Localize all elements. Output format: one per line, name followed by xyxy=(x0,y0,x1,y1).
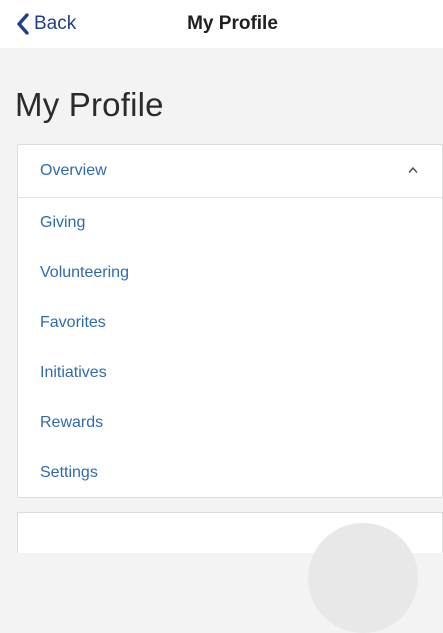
profile-menu-card: Overview Giving Volunteering Favorites I… xyxy=(17,144,443,498)
menu-item-label: Giving xyxy=(40,214,86,231)
page-title: My Profile xyxy=(15,86,164,123)
menu-item-rewards[interactable]: Rewards xyxy=(18,398,442,448)
menu-item-label: Initiatives xyxy=(40,364,107,381)
menu-item-label: Favorites xyxy=(40,314,106,331)
overview-label: Overview xyxy=(40,162,107,179)
avatar xyxy=(308,523,418,633)
profile-summary-card xyxy=(17,512,443,633)
chevron-up-icon xyxy=(408,167,418,173)
overview-section-header[interactable]: Overview xyxy=(18,145,442,198)
menu-item-settings[interactable]: Settings xyxy=(18,448,442,498)
menu-item-initiatives[interactable]: Initiatives xyxy=(18,348,442,398)
menu-item-label: Volunteering xyxy=(40,264,129,281)
menu-item-favorites[interactable]: Favorites xyxy=(18,298,442,348)
nav-bar: Back My Profile xyxy=(0,0,443,48)
nav-title: My Profile xyxy=(187,13,278,34)
menu-item-label: Rewards xyxy=(40,414,104,431)
menu-item-label: Settings xyxy=(40,464,98,481)
menu-item-giving[interactable]: Giving xyxy=(18,198,442,248)
menu-item-volunteering[interactable]: Volunteering xyxy=(18,248,442,298)
